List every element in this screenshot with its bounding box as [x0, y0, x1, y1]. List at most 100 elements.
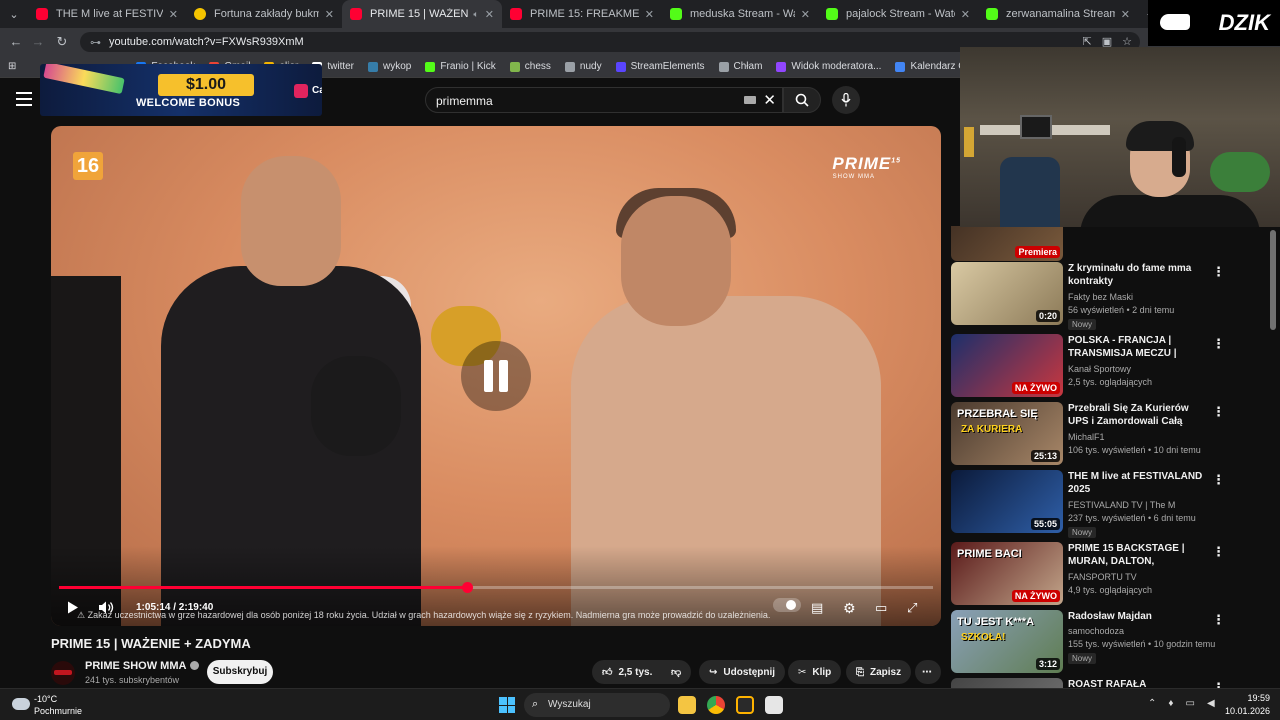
recommendation-channel[interactable]: FESTIVALAND TV | The M: [1068, 500, 1175, 510]
pause-icon[interactable]: [461, 341, 531, 411]
volume-icon[interactable]: [99, 601, 115, 614]
recommendation-item[interactable]: 55:05 THE M live at FESTIVALAND 2025 FESTI…: [950, 470, 1280, 538]
network-icon[interactable]: ▭: [1186, 698, 1195, 709]
recommendation-item[interactable]: 0:20 Z kryminału do fame mma kontrakty Fak…: [950, 262, 1280, 330]
tab-close-icon[interactable]: ✕: [485, 8, 494, 21]
more-vertical-icon[interactable]: ⋮: [1212, 612, 1225, 628]
keyboard-icon[interactable]: [744, 96, 756, 104]
taskbar-search[interactable]: ⌕ Wyszukaj: [524, 693, 670, 717]
clock-date[interactable]: 10.01.2026: [1222, 706, 1270, 716]
search-input[interactable]: primemma ✕: [425, 87, 783, 113]
bookmark-item[interactable]: Widok moderatora...: [769, 61, 888, 72]
recommendation-channel[interactable]: MichalF1: [1068, 432, 1105, 442]
video-thumbnail[interactable]: TU JEST K***A SZKOŁA! 3:12: [951, 610, 1063, 673]
bookmark-item[interactable]: StreamElements: [609, 61, 712, 72]
browser-tab[interactable]: pajalock Stream - Watch Live o ✕: [818, 0, 978, 28]
video-thumbnail[interactable]: 0:20: [951, 262, 1063, 325]
tray-chevron-icon[interactable]: ⌃: [1148, 698, 1156, 709]
recommendation-title[interactable]: ROAST RAFAŁA: [1068, 678, 1208, 688]
settings-gear-icon[interactable]: ⚙: [843, 600, 856, 617]
tab-close-icon[interactable]: ✕: [169, 8, 178, 21]
recommendation-title[interactable]: Przebrali Się Za Kurierów UPS i Zamordow…: [1068, 402, 1208, 429]
start-windows-icon[interactable]: [499, 697, 515, 713]
browser-tab[interactable]: THE M live at FESTIVALAND 20 ✕: [28, 0, 186, 28]
obs-app-icon[interactable]: [765, 696, 783, 714]
recommendation-item[interactable]: NA ŻYWO POLSKA - FRANCJA | TRANSMISJA MEC…: [950, 334, 1280, 398]
video-thumbnail[interactable]: [951, 678, 1063, 688]
bookmark-item[interactable]: Franio | Kick: [418, 61, 502, 72]
sidebar-scrollbar[interactable]: [1270, 230, 1276, 330]
recommendation-item[interactable]: TU JEST K***A SZKOŁA! 3:12 Radosław Majdan s…: [950, 610, 1280, 674]
dislike-button[interactable]: 👎︎: [665, 660, 691, 684]
tab-close-icon[interactable]: ✕: [1121, 8, 1130, 21]
video-thumbnail[interactable]: PRZEBRAŁ SIĘ ZA KURIERA 25:13: [951, 402, 1063, 465]
back-icon[interactable]: ←: [4, 34, 28, 49]
recommendation-item[interactable]: PRIME BACI NA ŻYWO PRIME 15 BACKSTAGE | MU…: [950, 542, 1280, 606]
recommendation-title[interactable]: PRIME 15 BACKSTAGE | MURAN, DALTON, SCHR…: [1068, 542, 1208, 569]
clock-time[interactable]: 19:59: [1236, 693, 1270, 703]
subscribe-button[interactable]: Subskrybuj: [207, 660, 273, 684]
channel-name[interactable]: PRIME SHOW MMA: [85, 660, 200, 672]
more-vertical-icon[interactable]: ⋮: [1212, 472, 1225, 488]
apps-grid-icon[interactable]: ⊞: [0, 61, 23, 72]
search-button[interactable]: [783, 87, 821, 113]
recommendation-channel[interactable]: FANSPORTU TV: [1068, 572, 1137, 582]
recommendation-title[interactable]: POLSKA - FRANCJA | TRANSMISJA MECZU | GR…: [1068, 334, 1208, 361]
forward-icon[interactable]: →: [26, 34, 50, 49]
save-button[interactable]: ⎘ Zapisz: [846, 660, 912, 684]
bookmark-item[interactable]: wykop: [361, 61, 418, 72]
more-vertical-icon[interactable]: ⋮: [1212, 404, 1225, 420]
file-explorer-icon[interactable]: [678, 696, 696, 714]
more-vertical-icon[interactable]: ⋮: [1212, 264, 1225, 280]
browser-tab[interactable]: PRIME 15 | WAŻENIE + ZAD 🔈︎ ✕: [342, 0, 502, 28]
recommendation-channel[interactable]: Kanał Sportowy: [1068, 364, 1131, 374]
play-icon[interactable]: [67, 601, 79, 614]
tab-close-icon[interactable]: ✕: [801, 8, 810, 21]
recommendation-title[interactable]: THE M live at FESTIVALAND 2025: [1068, 470, 1208, 496]
recommendation-title[interactable]: Z kryminału do fame mma kontrakty: [1068, 262, 1208, 288]
tab-close-icon[interactable]: ✕: [961, 8, 970, 21]
clear-search-icon[interactable]: ✕: [763, 91, 776, 109]
discord-app-icon[interactable]: [736, 696, 754, 714]
tab-audio-icon[interactable]: 🔈︎: [473, 9, 478, 20]
browser-tab[interactable]: zerwanamalina Stream - Watch ✕: [978, 0, 1138, 28]
bookmark-item[interactable]: chess: [503, 61, 558, 72]
tab-close-icon[interactable]: ✕: [645, 8, 654, 21]
speaker-icon[interactable]: ◀: [1207, 698, 1215, 709]
browser-tab[interactable]: Fortuna zakłady bukmacherskie ✕: [186, 0, 342, 28]
cloud-icon[interactable]: [12, 698, 30, 710]
browser-tab[interactable]: PRIME 15: FREAKMESS | 24H Pl ✕: [502, 0, 662, 28]
autoplay-toggle[interactable]: [773, 598, 801, 612]
browser-tab[interactable]: meduska Stream - Watch Li ✕: [662, 0, 818, 28]
recommendation-channel[interactable]: samochodoza: [1068, 626, 1124, 636]
casino-ad-banner[interactable]: $1.00 WELCOME BONUS CaseHug: [40, 64, 322, 116]
tab-search-button[interactable]: ⌄: [0, 0, 28, 28]
recommendation-title[interactable]: Radosław Majdan: [1068, 610, 1208, 623]
channel-avatar[interactable]: [51, 661, 75, 685]
recommendation-item[interactable]: PremieraKryminalny Ziomek541 oglądającyc…: [950, 226, 1280, 262]
video-thumbnail[interactable]: PRIME BACI NA ŻYWO: [951, 542, 1063, 605]
more-vertical-icon[interactable]: ⋮: [1212, 336, 1225, 352]
voice-search-button[interactable]: [832, 86, 860, 114]
menu-icon[interactable]: [16, 92, 32, 106]
video-player[interactable]: 16 PRIME15 SHOW MMA ⚠ Zakaz uczestnictwa…: [51, 126, 941, 626]
fullscreen-icon[interactable]: ⤢: [907, 600, 917, 616]
bookmark-item[interactable]: Chłam: [712, 61, 770, 72]
share-button[interactable]: ↪ Udostępnij: [699, 660, 786, 684]
reload-icon[interactable]: ↻: [50, 34, 74, 50]
clip-button[interactable]: ✂ Klip: [788, 660, 842, 684]
recommendation-item[interactable]: PRZEBRAŁ SIĘ ZA KURIERA 25:13 Przebrali Się…: [950, 402, 1280, 466]
bookmark-item[interactable]: nudy: [558, 61, 609, 72]
recommendation-item[interactable]: ROAST RAFAŁA ⋮: [950, 678, 1280, 688]
recommendation-channel[interactable]: Fakty bez Maski: [1068, 292, 1133, 302]
more-actions-button[interactable]: ⋯: [915, 660, 941, 684]
miniplayer-icon[interactable]: ▭: [875, 600, 887, 616]
site-settings-icon[interactable]: ⊶: [90, 36, 101, 49]
more-vertical-icon[interactable]: ⋮: [1212, 680, 1225, 688]
progress-bar[interactable]: [59, 582, 933, 593]
chrome-icon[interactable]: [707, 696, 725, 714]
microphone-tray-icon[interactable]: ♦: [1168, 698, 1173, 709]
video-thumbnail[interactable]: Premiera: [951, 226, 1063, 261]
subtitles-icon[interactable]: ▤: [811, 600, 823, 616]
video-thumbnail[interactable]: NA ŻYWO: [951, 334, 1063, 397]
